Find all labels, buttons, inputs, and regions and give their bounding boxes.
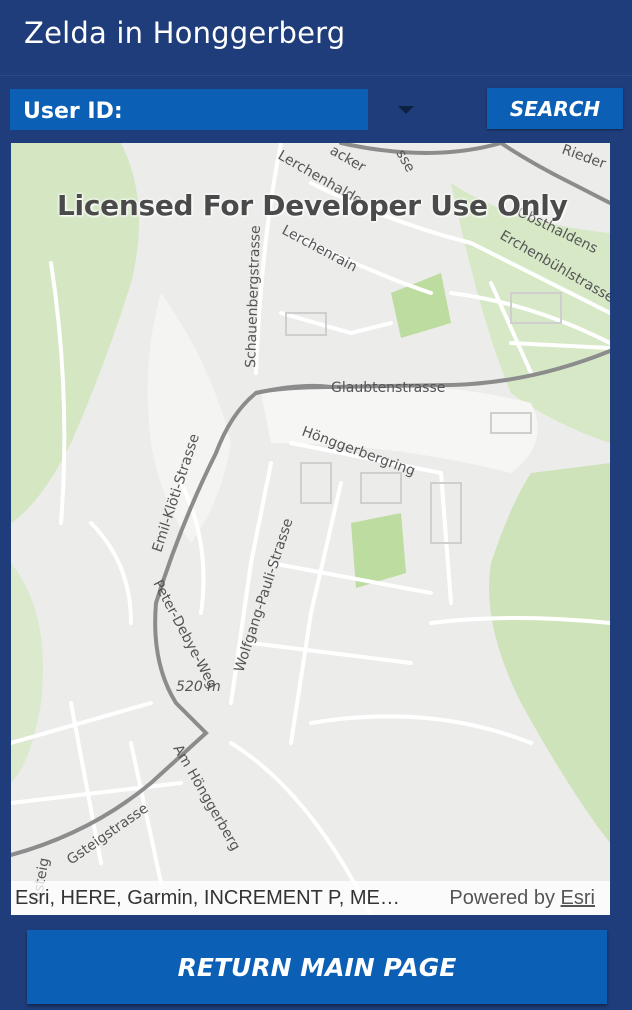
- label-glaubtenstrasse: Glaubtenstrasse: [331, 380, 445, 396]
- user-id-field[interactable]: User ID:: [10, 89, 368, 130]
- label-wolfgang-pauli: Wolfgang-Pauli-Strasse: [232, 516, 297, 674]
- map-view[interactable]: Glaubtenstrasse Hönggerbergring Emil-Klö…: [11, 143, 610, 915]
- label-gsteigstrasse: Gsteigstrasse: [64, 800, 151, 868]
- attribution-text: Esri, HERE, Garmin, INCREMENT P, METI/NA…: [15, 887, 410, 909]
- label-riedhof: Rieder: [560, 143, 608, 172]
- label-lerchenrain: Lerchenrain: [279, 222, 360, 275]
- app-title: Zelda in Honggerberg: [24, 16, 346, 50]
- developer-watermark: Licensed For Developer Use Only: [57, 189, 568, 222]
- user-id-dropdown[interactable]: [384, 89, 428, 130]
- powered-by: Powered by Esri: [449, 887, 595, 910]
- label-peter-debye: Peter-Debye-Weg: [149, 577, 220, 691]
- chevron-down-icon: [398, 106, 414, 114]
- label-schauenbergstrasse: Schauenbergstrasse: [243, 225, 264, 368]
- map-attribution: Esri, HERE, Garmin, INCREMENT P, METI/NA…: [11, 881, 610, 915]
- app-bar: Zelda in Honggerberg: [0, 0, 632, 76]
- search-button[interactable]: SEARCH: [487, 88, 623, 129]
- label-am-honggerberg: Am Hönggerberg: [170, 742, 244, 854]
- return-main-page-button[interactable]: RETURN MAIN PAGE: [27, 930, 607, 1004]
- map-canvas: Glaubtenstrasse Hönggerbergring Emil-Klö…: [11, 143, 610, 915]
- powered-by-label: Powered by: [449, 887, 555, 909]
- label-elevation: 520 m: [176, 679, 221, 695]
- esri-link[interactable]: Esri: [561, 887, 595, 909]
